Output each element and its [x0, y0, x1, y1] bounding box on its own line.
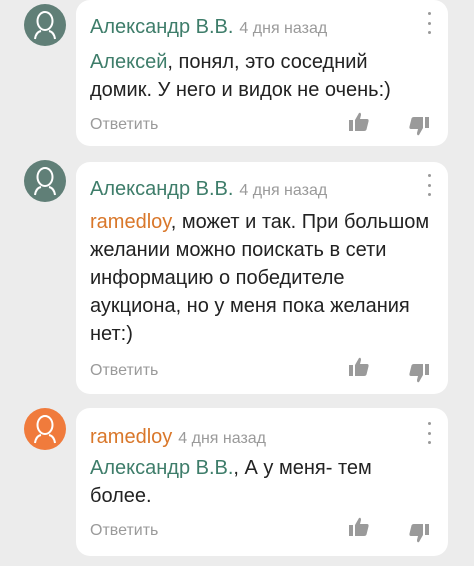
- reply-button[interactable]: Ответить: [90, 522, 158, 540]
- author-name[interactable]: Александр В.В.: [90, 178, 233, 200]
- author-name[interactable]: Александр В.В.: [90, 16, 233, 38]
- comment-text: ramedloy, может и так. При большом желан…: [90, 208, 430, 348]
- thumbs-down-icon[interactable]: [408, 522, 430, 544]
- more-vertical-icon[interactable]: [424, 174, 434, 196]
- more-vertical-icon[interactable]: [424, 12, 434, 34]
- reply-button[interactable]: Ответить: [90, 116, 158, 134]
- mention-link[interactable]: ramedloy: [90, 211, 171, 233]
- comment-text: Алексей, понял, это соседний домик. У не…: [90, 48, 430, 104]
- mention-link[interactable]: Алексей: [90, 51, 167, 73]
- user-silhouette-icon: [34, 11, 56, 40]
- avatar[interactable]: [24, 4, 66, 46]
- thumbs-down-icon[interactable]: [408, 115, 430, 137]
- avatar[interactable]: [24, 408, 66, 450]
- avatar[interactable]: [24, 160, 66, 202]
- mention-link[interactable]: Александр В.В.: [90, 457, 233, 479]
- more-vertical-icon[interactable]: [424, 422, 434, 444]
- comment-author[interactable]: Александр В.В. 4 дня назад: [90, 16, 327, 39]
- thumbs-down-icon[interactable]: [408, 362, 430, 384]
- comment-author[interactable]: ramedloy 4 дня назад: [90, 426, 266, 449]
- reply-button[interactable]: Ответить: [90, 362, 158, 380]
- comment-time: 4 дня назад: [239, 20, 328, 37]
- thumbs-up-icon[interactable]: [348, 111, 370, 133]
- user-silhouette-icon: [34, 415, 56, 444]
- comment-text: Александр В.В., А у меня- тем более.: [90, 454, 430, 510]
- thumbs-up-icon[interactable]: [348, 356, 370, 378]
- thumbs-up-icon[interactable]: [348, 516, 370, 538]
- author-name[interactable]: ramedloy: [90, 426, 172, 448]
- comment-time: 4 дня назад: [239, 182, 328, 199]
- user-silhouette-icon: [34, 167, 56, 196]
- comment-time: 4 дня назад: [178, 430, 267, 447]
- comment-author[interactable]: Александр В.В. 4 дня назад: [90, 178, 327, 201]
